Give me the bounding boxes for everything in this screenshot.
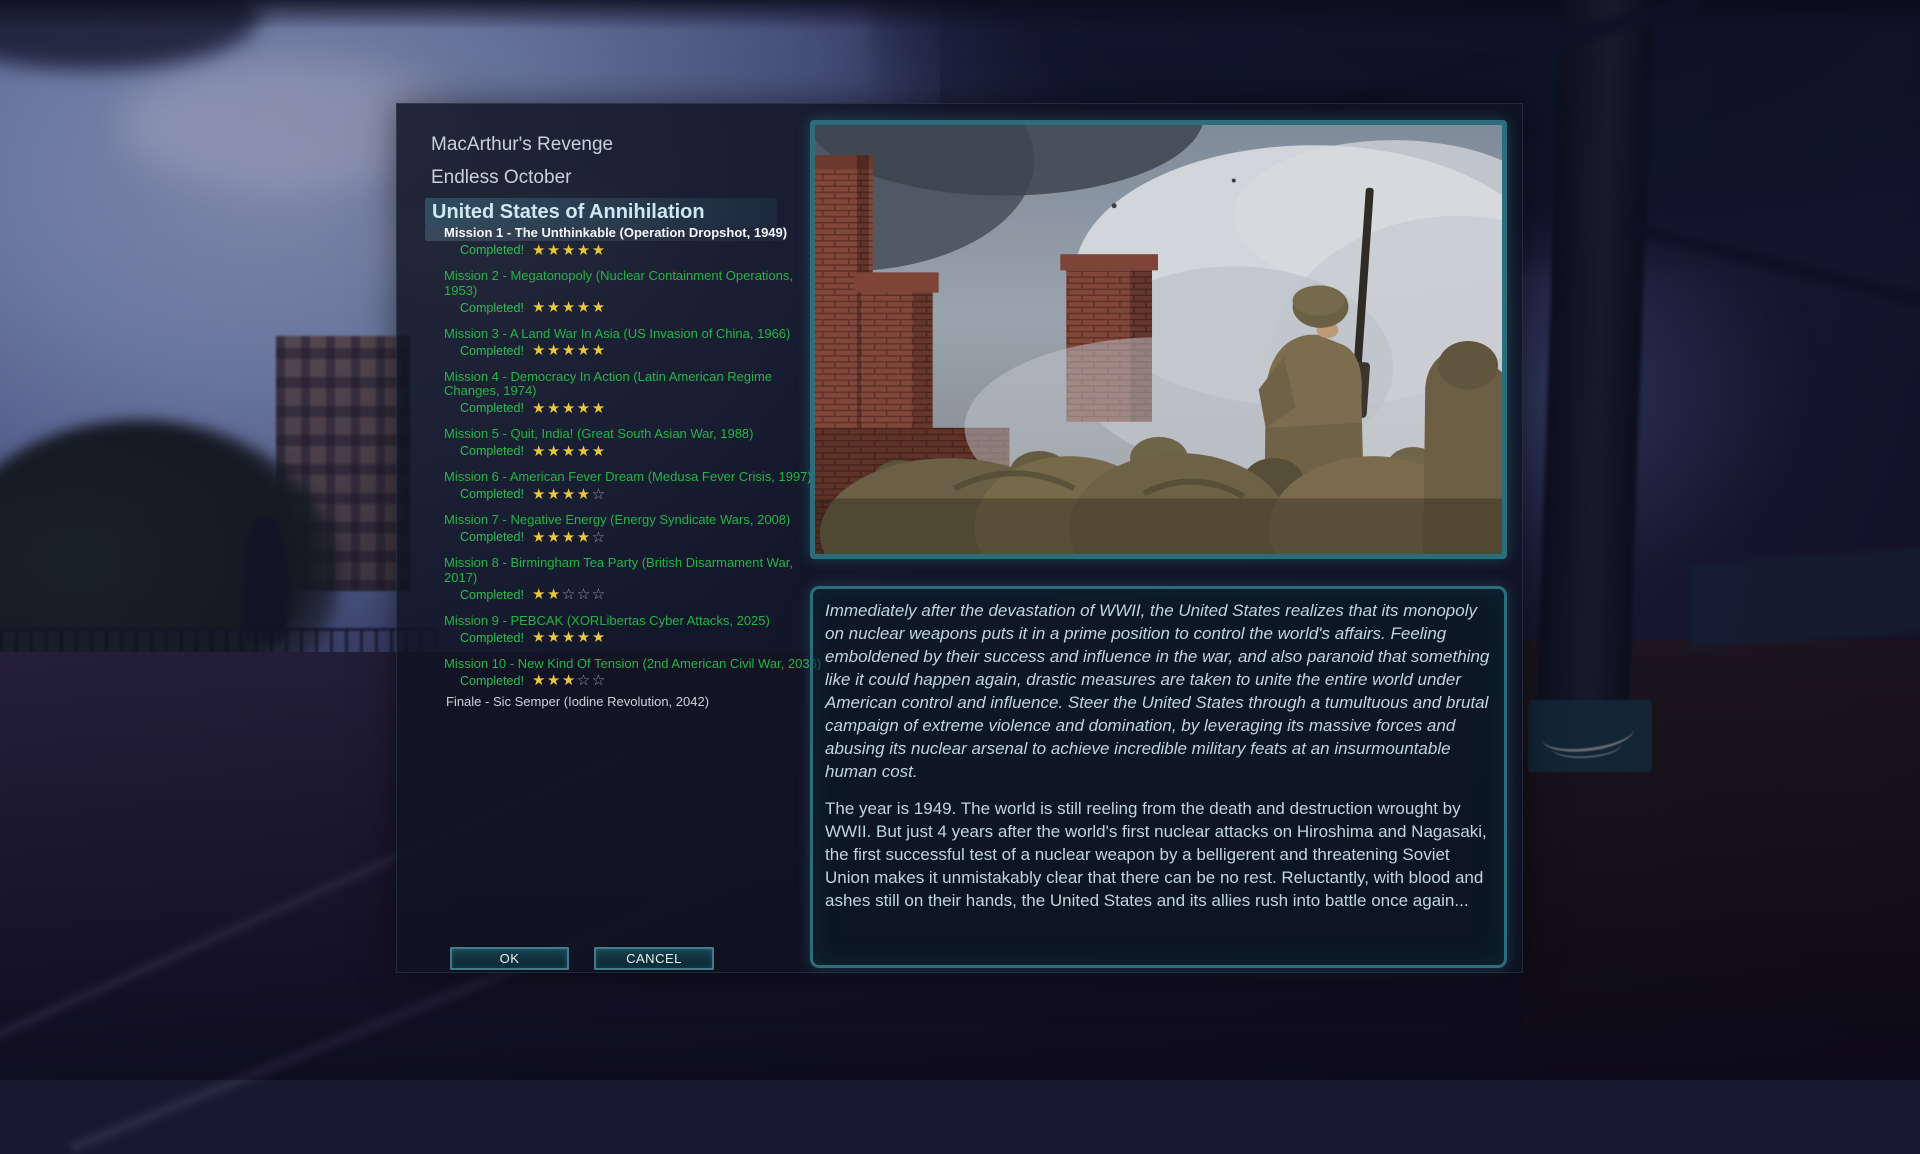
- statue-silhouette: [243, 518, 287, 643]
- completed-label: Completed!: [460, 344, 524, 358]
- completed-label: Completed!: [460, 631, 524, 645]
- cancel-button[interactable]: CANCEL: [594, 947, 714, 970]
- star-rating: ★★★☆☆: [532, 673, 607, 688]
- completed-label: Completed!: [460, 674, 524, 688]
- completed-label: Completed!: [460, 588, 524, 602]
- mission-title: Mission 8 - Birmingham Tea Party (Britis…: [425, 556, 793, 585]
- campaign-item-macarthurs-revenge[interactable]: MacArthur's Revenge: [431, 133, 825, 157]
- star-rating: ★★★★☆: [532, 487, 607, 502]
- mission-status-row: Completed! ★★★★★: [425, 343, 825, 359]
- mission-title: Mission 10 - New Kind Of Tension (2nd Am…: [425, 657, 821, 672]
- star-rating: ★★☆☆☆: [532, 587, 607, 602]
- campaign-item-endless-october[interactable]: Endless October: [431, 166, 825, 190]
- star-rating: ★★★★★: [532, 401, 607, 416]
- star-rating: ★★★★★: [532, 343, 607, 358]
- completed-label: Completed!: [460, 401, 524, 415]
- completed-label: Completed!: [460, 243, 524, 257]
- mission-status-row: Completed! ★★★★★: [425, 400, 825, 416]
- mission-list: Mission 1 - The Unthinkable (Operation D…: [425, 226, 825, 689]
- mission-item[interactable]: Mission 2 - Megatonopoly (Nuclear Contai…: [425, 269, 825, 316]
- graffiti-sign: [1528, 700, 1652, 772]
- tree-trunk: [1534, 0, 1653, 771]
- campaign-item-united-states-of-annihilation[interactable]: United States of Annihilation: [425, 198, 777, 226]
- mission-item[interactable]: Mission 10 - New Kind Of Tension (2nd Am…: [425, 657, 825, 689]
- mission-status-row: Completed! ★★★★★: [425, 443, 825, 459]
- leaves-strip: [0, 0, 1920, 30]
- mission-title: Mission 3 - A Land War In Asia (US Invas…: [425, 327, 790, 342]
- mission-item[interactable]: Mission 3 - A Land War In Asia (US Invas…: [425, 327, 825, 359]
- mission-title: Mission 6 - American Fever Dream (Medusa…: [425, 470, 812, 485]
- ok-button[interactable]: OK: [450, 947, 569, 970]
- mission-item[interactable]: Mission 4 - Democracy In Action (Latin A…: [425, 370, 825, 417]
- mission-status-row: Completed! ★★☆☆☆: [425, 587, 825, 603]
- bushes: [0, 420, 340, 730]
- star-rating: ★★★★★: [532, 444, 607, 459]
- mission-item[interactable]: Mission 7 - Negative Energy (Energy Synd…: [425, 513, 825, 545]
- tree-canopy: [0, 0, 260, 70]
- star-rating: ★★★★☆: [532, 530, 607, 545]
- background-building: [276, 336, 410, 591]
- mission-item[interactable]: Mission 6 - American Fever Dream (Medusa…: [425, 470, 825, 502]
- campaign-select-dialog: MacArthur's Revenge Endless October Unit…: [396, 103, 1523, 973]
- fence: [0, 628, 436, 671]
- completed-label: Completed!: [460, 444, 524, 458]
- mission-title: Mission 5 - Quit, India! (Great South As…: [425, 427, 754, 442]
- mission-status-row: Completed! ★★★★★: [425, 630, 825, 646]
- tree-branch: [1623, 220, 1920, 312]
- mission-preview-image: [810, 120, 1507, 559]
- mission-item[interactable]: Mission 9 - PEBCAK (XORLibertas Cyber At…: [425, 614, 825, 646]
- mission-title: Mission 1 - The Unthinkable (Operation D…: [425, 226, 787, 241]
- completed-label: Completed!: [460, 487, 524, 501]
- mission-title: Mission 9 - PEBCAK (XORLibertas Cyber At…: [425, 614, 770, 629]
- mission-item[interactable]: Mission 1 - The Unthinkable (Operation D…: [425, 226, 825, 258]
- completed-label: Completed!: [460, 530, 524, 544]
- brown-wall: [1520, 640, 1920, 1080]
- description-paragraph-1: Immediately after the devastation of WWI…: [825, 599, 1492, 783]
- mission-title: Mission 2 - Megatonopoly (Nuclear Contai…: [425, 269, 793, 298]
- finale-item[interactable]: Finale - Sic Semper (Iodine Revolution, …: [425, 694, 825, 709]
- mission-status-row: Completed! ★★★★☆: [425, 486, 825, 502]
- star-rating: ★★★★★: [532, 243, 607, 258]
- graffiti-mark: [1551, 732, 1623, 761]
- star-rating: ★★★★★: [532, 630, 607, 645]
- mission-item[interactable]: Mission 8 - Birmingham Tea Party (Britis…: [425, 556, 825, 603]
- mission-title: Mission 4 - Democracy In Action (Latin A…: [425, 370, 772, 399]
- mission-item[interactable]: Mission 5 - Quit, India! (Great South As…: [425, 427, 825, 459]
- star-rating: ★★★★★: [532, 300, 607, 315]
- mission-status-row: Completed! ★★★★☆: [425, 529, 825, 545]
- mission-status-row: Completed! ★★★☆☆: [425, 673, 825, 689]
- graffiti-mark: [1540, 713, 1635, 757]
- mission-status-row: Completed! ★★★★★: [425, 300, 825, 316]
- campaign-list-panel: MacArthur's Revenge Endless October Unit…: [425, 104, 825, 972]
- awning: [1690, 548, 1920, 649]
- mission-title: Mission 7 - Negative Energy (Energy Synd…: [425, 513, 790, 528]
- mission-status-row: Completed! ★★★★★: [425, 242, 825, 258]
- description-paragraph-2: The year is 1949. The world is still ree…: [825, 797, 1492, 912]
- completed-label: Completed!: [460, 301, 524, 315]
- preview-illustration: [815, 125, 1502, 554]
- campaign-description: Immediately after the devastation of WWI…: [810, 586, 1507, 968]
